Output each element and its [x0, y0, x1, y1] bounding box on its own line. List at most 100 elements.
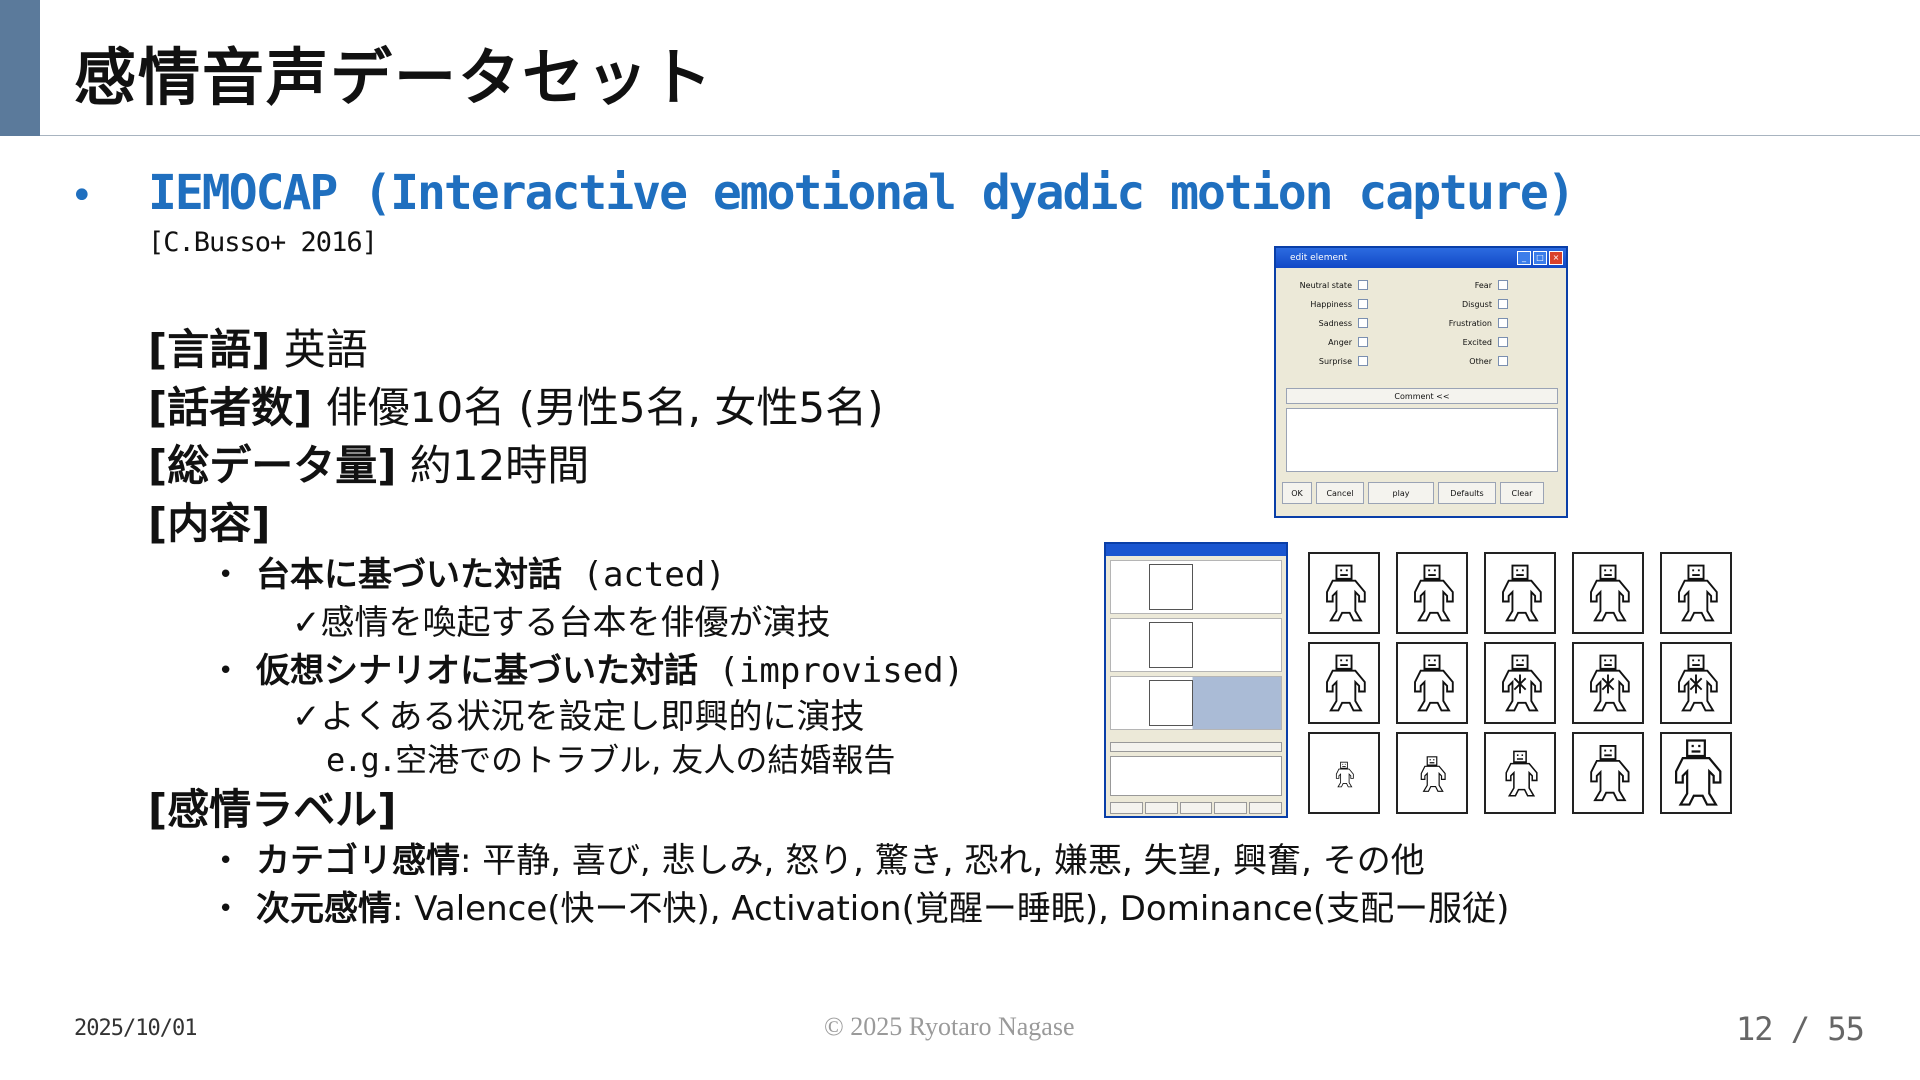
sam-manikin-icon: [1660, 732, 1732, 814]
checkbox-icon: [1498, 356, 1508, 366]
play-button: play: [1368, 482, 1434, 504]
close-icon: ×: [1549, 251, 1563, 265]
footer-copyright: © 2025 Ryotaro Nagase: [824, 1012, 1075, 1041]
cancel-button: Cancel: [1316, 482, 1364, 504]
improvised-suffix: (improvised): [698, 651, 965, 691]
comment-area: [1286, 408, 1558, 472]
edit-element-dialog: edit element _ □ × Neutral state Happine…: [1274, 246, 1568, 518]
dimensional-bold: 次元感情: [256, 889, 392, 929]
checkbox-neutral: Neutral state: [1288, 280, 1368, 290]
comment-button: Comment <<: [1286, 388, 1558, 404]
defaults-button: Defaults: [1438, 482, 1496, 504]
speakers-label: [話者数]: [148, 383, 313, 432]
sam-figure-icon: [1149, 622, 1193, 668]
total-value: 約12時間: [396, 441, 590, 490]
sam-manikin-icon: [1308, 642, 1380, 724]
content-line: [内容]: [148, 496, 270, 552]
checkbox-other: Other: [1428, 356, 1508, 366]
acted-bold: 台本に基づいた対話: [256, 555, 562, 595]
language-value: 英語: [270, 325, 368, 374]
sam-manikin-icon: [1572, 552, 1644, 634]
checkbox-icon: [1498, 299, 1508, 309]
checkbox-happiness: Happiness: [1288, 299, 1368, 309]
sam-manikin-icon: [1484, 642, 1556, 724]
ok-button: OK: [1282, 482, 1312, 504]
language-line: [言語] 英語: [148, 322, 368, 378]
sam-comment-area: [1110, 756, 1282, 796]
bullet-symbol: •: [218, 656, 234, 686]
slide-title: 感情音声データセット: [74, 41, 715, 114]
sam-comment-button: [1110, 742, 1282, 752]
checkbox-icon: [1358, 318, 1368, 328]
clear-button: Clear: [1500, 482, 1544, 504]
improvised-detail: ✓よくある状況を設定し即興的に演技: [292, 697, 865, 737]
language-label: [言語]: [148, 325, 271, 374]
sam-manikin-icon: [1484, 732, 1556, 814]
dialog-title: edit element: [1290, 253, 1348, 263]
checkbox-anger: Anger: [1288, 337, 1368, 347]
categorical-text: : 平静, 喜び, 悲しみ, 怒り, 驚き, 恐れ, 嫌悪, 失望, 興奮, そ…: [460, 841, 1425, 881]
sam-manikin-icon: [1396, 642, 1468, 724]
sam-figure-icon: [1149, 564, 1193, 610]
checkbox-icon: [1358, 356, 1368, 366]
sam-manikin-icon: [1484, 552, 1556, 634]
checkbox-fear: Fear: [1428, 280, 1508, 290]
checkbox-surprise: Surprise: [1288, 356, 1368, 366]
checkbox-icon: [1358, 280, 1368, 290]
checkbox-sadness: Sadness: [1288, 318, 1368, 328]
example-text: 空港でのトラブル, 友人の結婚報告: [395, 741, 896, 779]
sam-annotation-window: [1104, 542, 1288, 818]
acted-suffix: (acted): [562, 555, 726, 595]
title-accent-bar: [0, 0, 40, 136]
sam-manikin-icon: [1308, 552, 1380, 634]
sam-manikin-icon: [1396, 552, 1468, 634]
sam-manikin-icon: [1572, 642, 1644, 724]
total-data-line: [総データ量] 約12時間: [148, 438, 589, 494]
checkbox-icon: [1358, 337, 1368, 347]
bullet-symbol: •: [218, 846, 234, 876]
checkbox-icon: [1498, 337, 1508, 347]
checkbox-icon: [1358, 299, 1368, 309]
sam-window-buttons: [1110, 802, 1282, 814]
content-label: [内容]: [148, 499, 271, 548]
speakers-value: 俳優10名 (男性5名, 女性5名): [312, 383, 884, 432]
sam-manikin-icon: [1308, 732, 1380, 814]
categorical-bold: カテゴリ感情: [256, 841, 460, 881]
checkbox-frustration: Frustration: [1428, 318, 1508, 328]
valence-row: [1110, 560, 1282, 614]
footer-date: 2025/10/01: [74, 1016, 197, 1041]
sam-manikin-icon: [1572, 732, 1644, 814]
emotion-label-line: [感情ラベル]: [148, 782, 396, 838]
citation: [C.Busso+ 2016]: [148, 227, 378, 258]
dominance-row: [1110, 676, 1282, 730]
main-bullet-symbol: •: [70, 173, 94, 219]
acted-detail: ✓感情を喚起する台本を俳優が演技: [292, 603, 831, 643]
speakers-line: [話者数] 俳優10名 (男性5名, 女性5名): [148, 380, 883, 436]
bullet-symbol: •: [218, 560, 234, 590]
page-number: 12 / 55: [1736, 1010, 1865, 1048]
dialog-buttons: OK Cancel play Defaults Clear: [1282, 482, 1544, 504]
total-label: [総データ量]: [148, 441, 397, 490]
sam-manikin-icon: [1660, 642, 1732, 724]
checkbox-icon: [1498, 318, 1508, 328]
improvised-bold: 仮想シナリオに基づいた対話: [256, 651, 698, 691]
minimize-icon: _: [1517, 251, 1531, 265]
checkbox-disgust: Disgust: [1428, 299, 1508, 309]
sam-manikin-icon: [1660, 552, 1732, 634]
checkbox-excited: Excited: [1428, 337, 1508, 347]
checkbox-icon: [1498, 280, 1508, 290]
dataset-name-heading: IEMOCAP (Interactive emotional dyadic mo…: [148, 165, 1576, 221]
bullet-symbol: •: [218, 894, 234, 924]
dimensional-text: : Valence(快ー不快), Activation(覚醒ー睡眠), Domi…: [392, 889, 1510, 929]
sam-window-titlebar: [1106, 544, 1286, 556]
sam-figure-icon: [1149, 680, 1193, 726]
window-controls: _ □ ×: [1517, 251, 1563, 265]
emotion-label: [感情ラベル]: [148, 785, 397, 834]
title-divider: [40, 135, 1920, 136]
maximize-icon: □: [1533, 251, 1547, 265]
example-line: e.g.空港でのトラブル, 友人の結婚報告: [326, 738, 895, 782]
sam-manikin-icon: [1396, 732, 1468, 814]
example-prefix: e.g.: [326, 741, 397, 779]
dialog-titlebar: edit element _ □ ×: [1276, 248, 1566, 268]
activation-row: [1110, 618, 1282, 672]
